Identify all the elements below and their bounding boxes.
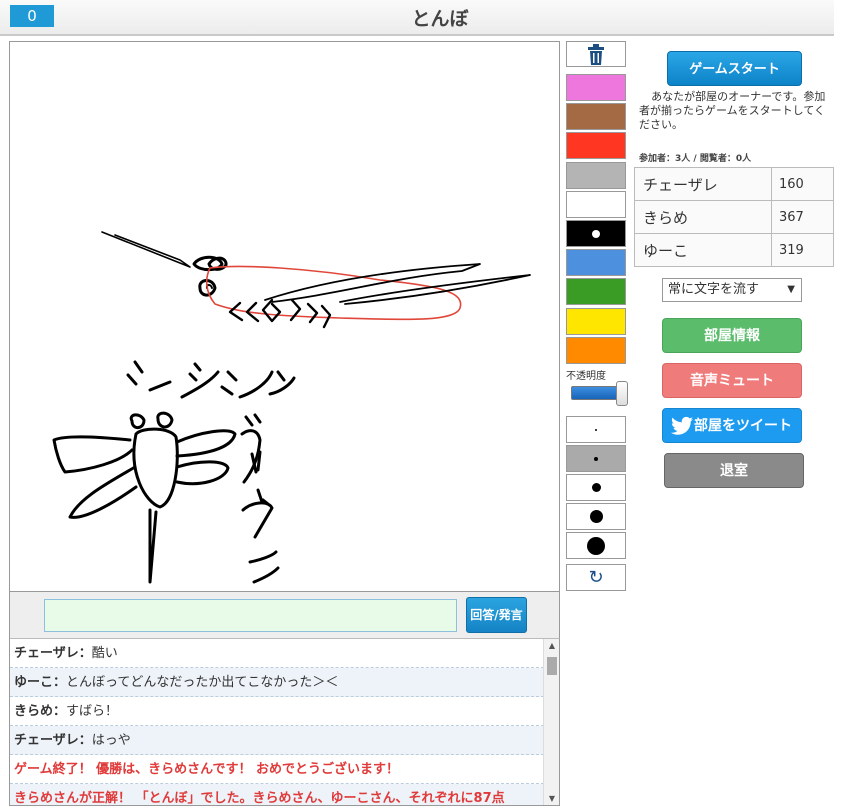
room-info-button[interactable]: 部屋情報 bbox=[662, 318, 802, 353]
opacity-track[interactable] bbox=[571, 386, 621, 400]
brush-dot-icon bbox=[594, 456, 598, 461]
chat-message: ゲーム終了！ 優勝は、きらめさんです！ おめでとうございます！ bbox=[14, 762, 400, 777]
opacity-label: 不透明度 bbox=[566, 371, 606, 382]
chat-mode-select[interactable]: 常に文字を流す ▼ bbox=[662, 278, 802, 302]
header-bar: 0 とんぼ bbox=[0, 0, 834, 36]
player-row: チェーザレ 160 bbox=[634, 167, 834, 201]
exit-room-button[interactable]: 退室 bbox=[664, 453, 804, 488]
twitter-bird-icon bbox=[671, 416, 693, 435]
undo-button[interactable]: ↻ bbox=[566, 564, 626, 591]
player-points: 160 bbox=[771, 167, 834, 201]
brush-size-button[interactable] bbox=[566, 474, 626, 501]
chat-row-system: ゲーム終了！ 優勝は、きらめさんです！ おめでとうございます！ bbox=[10, 755, 544, 784]
chat-message: 酷い bbox=[91, 646, 118, 661]
chat-list: チェーザレ：酷い ゆーこ：とんぼってどんなだったか出てこなかった＞＜ きらめ：す… bbox=[10, 639, 544, 806]
chat-name: きらめ： bbox=[14, 704, 67, 719]
chat-row: ゆーこ：とんぼってどんなだったか出てこなかった＞＜ bbox=[10, 668, 544, 697]
answer-button[interactable]: 回答/発言 bbox=[466, 597, 527, 633]
mute-button[interactable]: 音声ミュート bbox=[662, 363, 802, 398]
chat-row: チェーザレ：はっや bbox=[10, 726, 544, 755]
topic-word: とんぼ bbox=[411, 8, 469, 30]
game-start-button[interactable]: ゲームスタート bbox=[667, 51, 802, 86]
player-name: きらめ bbox=[634, 200, 772, 234]
chat-name: チェーザレ： bbox=[14, 646, 92, 661]
color-swatch[interactable] bbox=[566, 337, 626, 364]
answer-bar: 回答/発言 bbox=[9, 592, 560, 638]
player-points: 367 bbox=[771, 200, 834, 234]
color-swatch[interactable] bbox=[566, 308, 626, 335]
brush-size-button[interactable] bbox=[566, 445, 626, 472]
chat-name: チェーザレ： bbox=[14, 733, 92, 748]
opacity-slider[interactable] bbox=[571, 381, 628, 406]
player-name: ゆーこ bbox=[634, 233, 772, 267]
player-name: チェーザレ bbox=[634, 167, 772, 201]
player-row: きらめ 367 bbox=[634, 200, 834, 234]
drawing bbox=[52, 231, 531, 584]
chat-message: はっや bbox=[91, 733, 131, 748]
brush-dot-icon bbox=[589, 510, 603, 523]
color-swatch[interactable] bbox=[566, 278, 626, 305]
selected-color-indicator bbox=[592, 229, 600, 238]
scroll-down-icon[interactable]: ▼ bbox=[544, 794, 559, 803]
color-swatch[interactable] bbox=[566, 74, 626, 101]
participant-counts: 参加者：3人 / 閲覧者：0人 bbox=[639, 154, 752, 164]
player-row: ゆーこ 319 bbox=[634, 233, 834, 267]
brush-size-button[interactable] bbox=[566, 532, 626, 559]
chat-name: ゆーこ： bbox=[14, 675, 67, 690]
color-swatch[interactable] bbox=[566, 103, 626, 130]
chat-mode-value: 常に文字を流す bbox=[668, 282, 760, 297]
clear-canvas-button[interactable] bbox=[566, 41, 626, 67]
color-swatch[interactable] bbox=[566, 220, 626, 247]
chat-message: すばら！ bbox=[66, 704, 119, 719]
scroll-thumb[interactable] bbox=[547, 657, 557, 675]
chat-row-system: きらめさんが正解！ 「とんぼ」でした。きらめさん、ゆーこさん、それぞれに87点 bbox=[10, 784, 544, 806]
player-table: チェーザレ 160 きらめ 367 ゆーこ 319 bbox=[634, 167, 834, 267]
player-points: 319 bbox=[771, 233, 834, 267]
chat-message: とんぼってどんなだったか出てこなかった＞＜ bbox=[66, 675, 339, 690]
brush-dot-icon bbox=[587, 536, 605, 555]
brush-size-button[interactable] bbox=[566, 503, 626, 530]
tweet-room-button[interactable]: 部屋をツイート bbox=[662, 408, 802, 443]
brush-dot-icon bbox=[591, 483, 601, 492]
scroll-up-icon[interactable]: ▲ bbox=[544, 641, 559, 650]
opacity-knob[interactable] bbox=[616, 381, 628, 406]
undo-icon: ↻ bbox=[588, 567, 604, 588]
owner-message: あなたが部屋のオーナーです。参加者が揃ったらゲームをスタートしてください。 bbox=[639, 90, 826, 131]
color-swatch[interactable] bbox=[566, 191, 626, 218]
chat-log: チェーザレ：酷い ゆーこ：とんぼってどんなだったか出てこなかった＞＜ きらめ：す… bbox=[9, 638, 560, 806]
chat-row: チェーザレ：酷い bbox=[10, 639, 544, 668]
color-swatch[interactable] bbox=[566, 249, 626, 276]
color-swatch[interactable] bbox=[566, 132, 626, 159]
chevron-down-icon: ▼ bbox=[787, 284, 795, 295]
drawing-canvas[interactable] bbox=[9, 41, 560, 592]
trash-icon bbox=[588, 44, 604, 65]
color-swatch[interactable] bbox=[566, 162, 626, 189]
brush-dot-icon bbox=[595, 428, 597, 431]
chat-row: きらめ：すばら！ bbox=[10, 697, 544, 726]
chat-scrollbar[interactable]: ▲ ▼ bbox=[543, 639, 559, 805]
chat-message: きらめさんが正解！ 「とんぼ」でした。きらめさん、ゆーこさん、それぞれに87点 bbox=[14, 791, 505, 806]
answer-input[interactable] bbox=[44, 599, 457, 632]
brush-size-button[interactable] bbox=[566, 416, 626, 443]
